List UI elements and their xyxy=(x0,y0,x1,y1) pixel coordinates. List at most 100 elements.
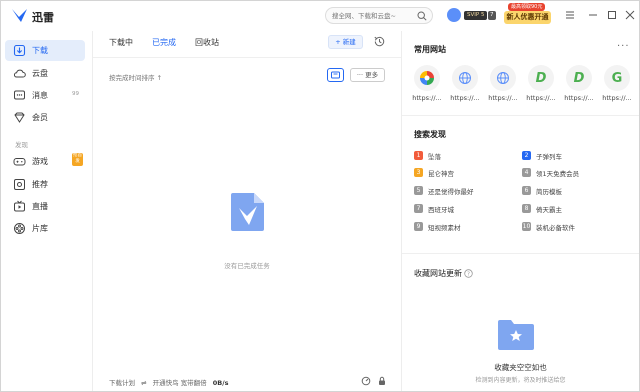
search-item[interactable]: 4 领1天免费会员 xyxy=(522,167,579,178)
search-item[interactable]: 10 装机必备软件 xyxy=(522,221,575,232)
search-item[interactable]: 5 还是觉得你最好 xyxy=(414,185,474,196)
minimize-icon[interactable] xyxy=(586,8,600,22)
search-item-text: 装机必备软件 xyxy=(536,223,575,232)
site-tile[interactable]: https://... xyxy=(410,65,444,105)
sidebar-item-label: 游戏 xyxy=(32,157,48,166)
tab-recycle-bin[interactable]: 回收站 xyxy=(195,37,219,48)
status-bar: 下载计划 ⇌ 开通快鸟 宽带翻倍 0B/s xyxy=(109,377,233,387)
download-main: 下载中 已完成 回收站 + 新建 按完成时间排序 ↑ ··· 更多 没有已完成任… xyxy=(93,31,401,391)
rank-badge: 6 xyxy=(522,186,531,195)
site-tile[interactable]: https://... xyxy=(448,65,482,105)
empty-folder-icon xyxy=(498,320,534,350)
global-search[interactable] xyxy=(325,7,433,24)
search-item[interactable]: 9 短视频素材 xyxy=(414,221,461,232)
rank-badge: 7 xyxy=(414,204,423,213)
search-input[interactable] xyxy=(332,11,422,20)
sort-order-label[interactable]: 按完成时间排序 ↑ xyxy=(109,72,162,82)
speedup-icon: ⇌ xyxy=(141,379,147,387)
search-item[interactable]: 6 简历模板 xyxy=(522,185,562,196)
message-count-badge: 99 xyxy=(72,91,79,97)
site-label: https://... xyxy=(602,94,632,102)
download-plan-link[interactable]: 下载计划 xyxy=(109,379,135,387)
view-mode-button[interactable] xyxy=(327,68,344,82)
live-icon xyxy=(14,200,25,212)
sidebar-item-label: 下载 xyxy=(32,46,48,55)
title-bar: 迅雷 SVIP 5 7 最高领取90元 新人优惠开通 xyxy=(1,1,639,31)
search-icon[interactable] xyxy=(417,11,427,21)
site-tile[interactable]: https://... xyxy=(486,65,520,105)
maximize-icon[interactable] xyxy=(605,8,619,22)
svip-badge[interactable]: SVIP 5 xyxy=(464,11,488,20)
favorites-empty-subtext: 检测到内容更新，将及时推送给您 xyxy=(475,377,566,384)
search-item[interactable]: 7 西班牙城 xyxy=(414,203,454,214)
sidebar-item-live[interactable]: 直播 xyxy=(5,196,85,217)
discover-section-label: 发现 xyxy=(15,141,28,149)
vip-icon xyxy=(14,112,25,123)
tab-completed[interactable]: 已完成 xyxy=(152,37,176,48)
search-item[interactable]: 2 子弹列车 xyxy=(522,150,562,161)
colorful-logo-icon xyxy=(414,65,440,91)
site-label: https://... xyxy=(488,94,518,102)
more-button[interactable]: ··· 更多 xyxy=(350,68,385,82)
search-item[interactable]: 8 倚天霸主 xyxy=(522,203,562,214)
close-icon[interactable] xyxy=(623,8,637,22)
menu-icon[interactable] xyxy=(563,8,577,22)
green-g-icon: G xyxy=(604,65,630,91)
sidebar-item-games[interactable]: 游戏 抢首发 xyxy=(5,151,85,172)
sidebar: 下载 云盘 消息 99 会员 发现 游戏 抢首发 推荐 直播 片库 xyxy=(1,31,92,391)
svg-text:?: ? xyxy=(467,272,470,278)
sidebar-item-label: 片库 xyxy=(32,224,48,233)
promo-area[interactable]: 最高领取90元 新人优惠开通 xyxy=(504,3,551,27)
cloud-icon xyxy=(13,69,26,78)
gamepad-icon xyxy=(13,158,26,166)
search-item[interactable]: 1 坠落 xyxy=(414,150,441,161)
favorites-title: 收藏网站更新 xyxy=(414,269,462,278)
avatar[interactable] xyxy=(447,8,461,22)
sidebar-item-vip[interactable]: 会员 xyxy=(5,107,85,128)
download-icon xyxy=(13,44,26,57)
tab-downloading[interactable]: 下载中 xyxy=(109,37,133,48)
speed-limit-icon[interactable] xyxy=(361,376,371,386)
section-divider xyxy=(402,253,639,254)
sidebar-item-film[interactable]: 片库 xyxy=(5,218,85,239)
message-icon xyxy=(14,90,25,100)
site-label: https://... xyxy=(564,94,594,102)
sidebar-item-recommend[interactable]: 推荐 xyxy=(5,174,85,195)
site-label: https://... xyxy=(450,94,480,102)
download-speed: 0B/s xyxy=(212,379,229,387)
more-options-icon[interactable]: ··· xyxy=(617,41,630,52)
search-item-text: 坠落 xyxy=(428,152,441,161)
film-icon xyxy=(14,223,25,234)
lock-icon[interactable] xyxy=(377,376,387,386)
speedup-link[interactable]: 开通快鸟 宽带翻倍 xyxy=(153,379,207,387)
search-item[interactable]: 3 昆仑神宫 xyxy=(414,167,454,178)
search-item-text: 昆仑神宫 xyxy=(428,169,454,178)
site-tile[interactable]: G https://... xyxy=(600,65,634,105)
search-item-text: 简历模板 xyxy=(536,187,562,196)
sidebar-item-label: 云盘 xyxy=(32,69,48,78)
search-item-text: 短视频素材 xyxy=(428,223,461,232)
vip-level-badge: 7 xyxy=(488,11,496,20)
site-tile[interactable]: D https://... xyxy=(524,65,558,105)
search-item-text: 还是觉得你最好 xyxy=(428,187,474,196)
app-title: 迅雷 xyxy=(32,11,54,24)
help-icon[interactable]: ? xyxy=(464,269,473,278)
sidebar-item-download[interactable]: 下载 xyxy=(5,40,85,61)
sidebar-item-cloud[interactable]: 云盘 xyxy=(5,63,85,84)
rank-badge: 10 xyxy=(522,222,531,231)
site-tile[interactable]: D https://... xyxy=(562,65,596,105)
search-item-text: 倚天霸主 xyxy=(536,205,562,214)
rank-badge: 3 xyxy=(414,168,423,177)
history-icon[interactable] xyxy=(373,35,386,48)
view-mode-icon xyxy=(331,71,340,79)
search-item-text: 西班牙城 xyxy=(428,205,454,214)
search-item-text: 子弹列车 xyxy=(536,152,562,161)
new-task-button[interactable]: + 新建 xyxy=(328,35,363,49)
sidebar-item-label: 直播 xyxy=(32,202,48,211)
section-divider xyxy=(402,115,639,116)
green-d-icon: D xyxy=(528,65,554,91)
promo-button[interactable]: 新人优惠开通 xyxy=(504,11,551,24)
sidebar-item-label: 会员 xyxy=(32,113,48,122)
sidebar-item-message[interactable]: 消息 99 xyxy=(5,85,85,106)
thunder-logo-icon xyxy=(12,9,27,22)
